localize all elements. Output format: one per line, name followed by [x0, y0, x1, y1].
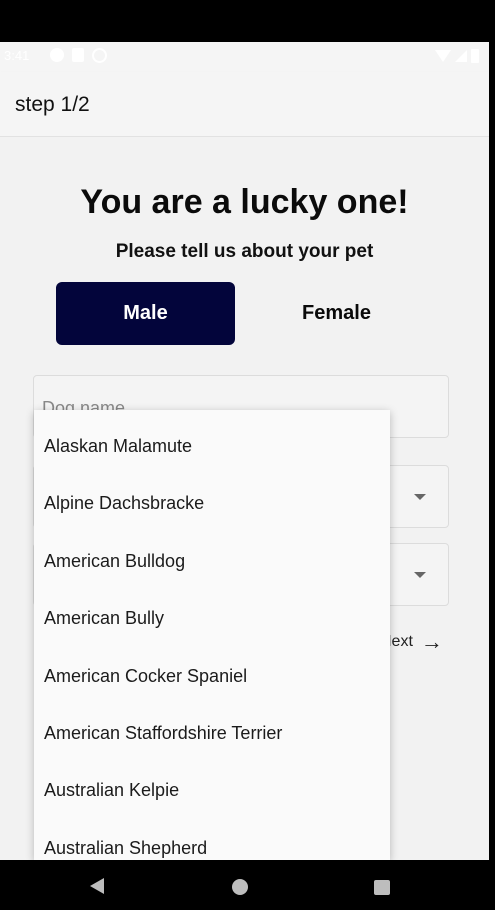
system-nav-bar	[0, 860, 495, 910]
status-left-icons	[50, 48, 107, 63]
wifi-icon	[435, 50, 451, 62]
app-bar: step 1/2	[0, 72, 489, 137]
app-screen: 3:41 step 1/2 You are a lucky one! Pleas…	[0, 0, 495, 910]
chevron-down-icon	[414, 494, 426, 500]
at-icon	[92, 48, 107, 63]
recents-icon[interactable]	[374, 880, 390, 895]
chevron-down-icon	[414, 572, 426, 578]
a-circle-icon	[50, 48, 64, 62]
status-time: 3:41	[4, 48, 30, 63]
arrow-right-icon: →	[420, 629, 443, 654]
breed-option[interactable]: American Staffordshire Terrier	[44, 723, 282, 744]
breed-option[interactable]: Australian Shepherd	[44, 838, 207, 859]
page-heading: You are a lucky one!	[80, 183, 409, 221]
breed-option[interactable]: Australian Kelpie	[44, 780, 179, 801]
signal-icon	[455, 50, 467, 62]
sim-card-icon	[72, 48, 84, 62]
status-right-icons	[435, 49, 479, 63]
breed-dropdown-menu: Alaskan Malamute Alpine Dachsbracke Amer…	[34, 410, 390, 860]
breed-option[interactable]: American Cocker Spaniel	[44, 666, 247, 687]
status-bar: 3:41	[0, 42, 489, 72]
right-bezel	[489, 42, 495, 860]
back-icon[interactable]	[90, 878, 104, 894]
breed-option[interactable]: American Bulldog	[44, 551, 185, 572]
home-icon[interactable]	[232, 879, 248, 895]
female-button[interactable]: Female	[245, 282, 428, 345]
breed-option[interactable]: American Bully	[44, 608, 164, 629]
battery-icon	[471, 49, 479, 63]
page-subheading: Please tell us about your pet	[115, 241, 374, 262]
breed-option[interactable]: Alaskan Malamute	[44, 436, 192, 457]
breed-option[interactable]: Alpine Dachsbracke	[44, 493, 204, 514]
male-button[interactable]: Male	[56, 282, 235, 345]
top-bezel	[0, 0, 495, 42]
step-title: step 1/2	[15, 93, 90, 116]
